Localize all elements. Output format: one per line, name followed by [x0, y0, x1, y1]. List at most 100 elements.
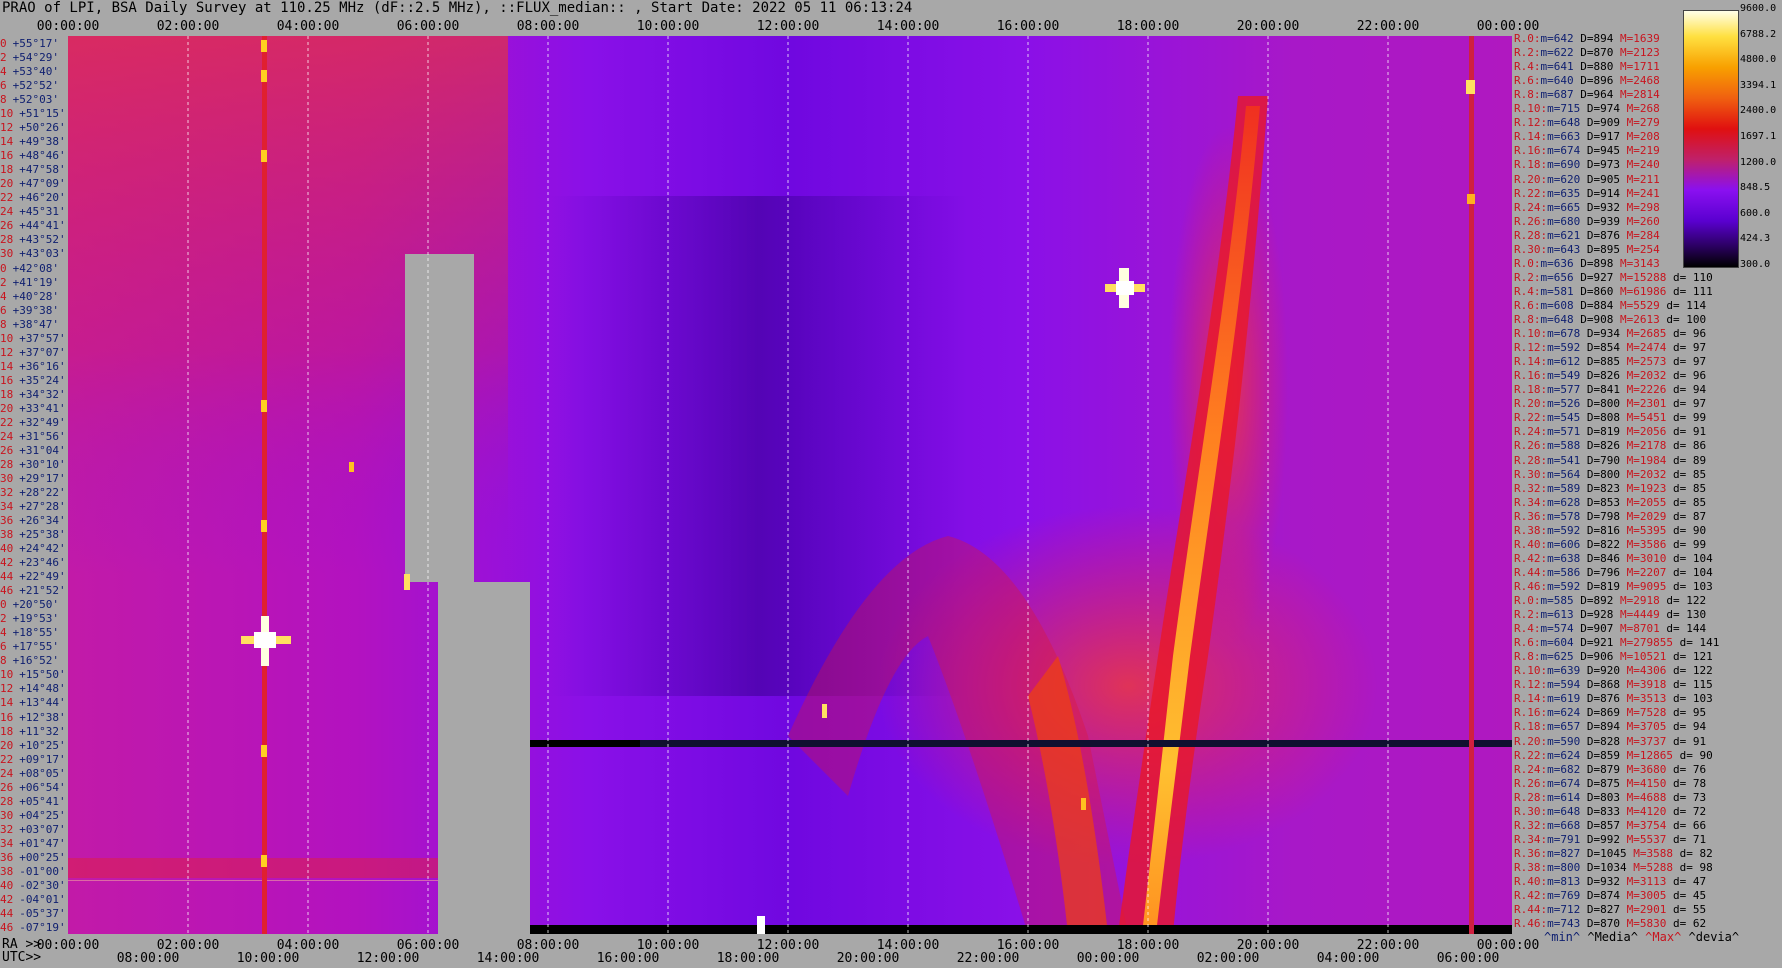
- stat-min-prefix: m=: [1547, 678, 1561, 692]
- stats-row: R.22:m=545 D=808 M=5451 d= 99: [1514, 412, 1706, 423]
- stat-max: 2029: [1639, 509, 1667, 523]
- colorbar-tick: 848.5: [1740, 182, 1771, 194]
- stats-row: R.22:m=635 D=914 M=241: [1514, 188, 1660, 199]
- stats-row: R.46:m=743 D=870 M=5830 d= 62: [1514, 918, 1706, 929]
- stat-dev-prefix: d=: [1666, 425, 1693, 439]
- stat-label: R.18:: [1514, 383, 1548, 397]
- stat-max-prefix: M=: [1613, 74, 1634, 88]
- stat-max-prefix: M=: [1620, 678, 1640, 692]
- beam-number: 36: [0, 850, 14, 864]
- beam-number: 0: [0, 261, 7, 275]
- stat-label: R.40:: [1514, 875, 1548, 888]
- stat-dev: 73: [1692, 790, 1707, 804]
- stat-max-prefix: M=: [1620, 397, 1640, 411]
- stats-row: R.14:m=612 D=885 M=2573 d= 97: [1514, 356, 1706, 367]
- stat-median-prefix: D=: [1580, 692, 1601, 706]
- stat-max: 61986: [1633, 284, 1667, 298]
- stat-max-prefix: M=: [1613, 608, 1634, 622]
- utc-prefix: UTC>>: [2, 950, 42, 965]
- stat-min: 619: [1560, 692, 1581, 706]
- stat-median: 927: [1593, 270, 1614, 284]
- stat-median-prefix: D=: [1580, 509, 1601, 523]
- stat-min-prefix: m=: [1540, 650, 1554, 664]
- stat-median-prefix: D=: [1580, 706, 1601, 720]
- stat-min: 545: [1560, 411, 1581, 425]
- stat-max-prefix: M=: [1626, 846, 1647, 860]
- declination: +39°38': [12, 303, 59, 317]
- stat-median: 790: [1600, 453, 1620, 467]
- beam-number: 38: [0, 864, 14, 878]
- declination: +53°40': [12, 65, 59, 79]
- stat-dev-prefix: d=: [1666, 706, 1693, 720]
- beam-number: 28: [0, 233, 14, 247]
- stat-median: 822: [1600, 537, 1620, 551]
- y-tick-label: 46 -07°19': [0, 922, 66, 933]
- stat-median-prefix: D=: [1580, 720, 1601, 734]
- stat-dev: 89: [1692, 453, 1707, 467]
- y-tick-label: 30 +29°17': [0, 473, 66, 484]
- stat-max: 5288: [1646, 860, 1674, 874]
- stat-median: 906: [1593, 650, 1614, 664]
- stat-min: 622: [1553, 46, 1574, 60]
- colorbar-tick: 9600.0: [1740, 3, 1777, 14]
- stats-row: R.32:m=589 D=823 M=1923 d= 85: [1514, 483, 1706, 494]
- y-tick-label: 24 +31°56': [0, 431, 66, 442]
- stat-dev: 97: [1692, 397, 1707, 411]
- stat-min-prefix: m=: [1547, 889, 1561, 903]
- stats-row: R.8:m=687 D=964 M=2814: [1514, 89, 1660, 100]
- stat-label: R.42:: [1514, 551, 1548, 565]
- stat-median: 932: [1600, 875, 1620, 888]
- stat-min: 606: [1560, 537, 1581, 551]
- stats-row: R.44:m=586 D=796 M=2207 d= 104: [1514, 567, 1713, 578]
- stat-median: 876: [1600, 692, 1620, 706]
- stat-median: 907: [1593, 622, 1614, 636]
- stat-dev-prefix: d=: [1666, 579, 1693, 593]
- colorbar: [1683, 10, 1739, 268]
- stat-min-prefix: m=: [1547, 748, 1561, 762]
- stat-dev-prefix: d=: [1666, 776, 1693, 790]
- source-blob: [261, 745, 267, 757]
- stat-dev-prefix: d=: [1666, 327, 1693, 341]
- stat-max: 4688: [1639, 790, 1667, 804]
- stat-min: 690: [1560, 158, 1581, 172]
- stat-median-prefix: D=: [1580, 172, 1601, 186]
- stats-row: R.36:m=578 D=798 M=2029 d= 87: [1514, 511, 1706, 522]
- stat-min-prefix: m=: [1540, 636, 1554, 650]
- stat-max: 2613: [1633, 313, 1660, 326]
- stat-max-prefix: M=: [1620, 242, 1640, 256]
- stat-median: 808: [1600, 411, 1620, 425]
- stat-min-prefix: m=: [1547, 341, 1561, 355]
- beam-number: 44: [0, 570, 14, 584]
- stat-label: R.22:: [1514, 411, 1548, 425]
- stat-min-prefix: m=: [1540, 60, 1554, 74]
- stat-label: R.12:: [1514, 341, 1548, 355]
- y-tick-label: 6 +39°38': [0, 305, 59, 316]
- stat-dev-prefix: d=: [1666, 355, 1693, 369]
- stat-max: 2468: [1633, 74, 1660, 88]
- beam-number: 26: [0, 443, 14, 457]
- x-tick-utc: 18:00:00: [716, 951, 780, 966]
- beam-number: 16: [0, 373, 14, 387]
- stat-max-prefix: M=: [1620, 327, 1640, 341]
- beam-number: 20: [0, 401, 14, 415]
- stat-median: 914: [1600, 186, 1620, 200]
- stat-min-prefix: m=: [1547, 523, 1561, 537]
- x-tick-top: 22:00:00: [1356, 19, 1420, 34]
- stat-max: 2207: [1639, 565, 1667, 579]
- stat-min: 526: [1560, 397, 1581, 411]
- source-blob: [757, 916, 765, 934]
- declination: +06°54': [19, 780, 66, 794]
- declination: +22°49': [19, 570, 66, 584]
- declination: -07°19': [19, 920, 66, 934]
- stat-min: 624: [1560, 748, 1581, 762]
- stat-min: 648: [1560, 804, 1581, 818]
- stat-min-prefix: m=: [1547, 509, 1561, 523]
- stat-min: 578: [1560, 509, 1581, 523]
- beam-number: 38: [0, 528, 14, 542]
- stat-label: R.24:: [1514, 762, 1548, 776]
- stat-label: R.8:: [1514, 88, 1541, 102]
- y-tick-label: 42 -04°01': [0, 894, 66, 905]
- x-tick-top: 04:00:00: [276, 19, 340, 34]
- stat-median-prefix: D=: [1580, 832, 1601, 846]
- stat-min: 641: [1553, 60, 1574, 74]
